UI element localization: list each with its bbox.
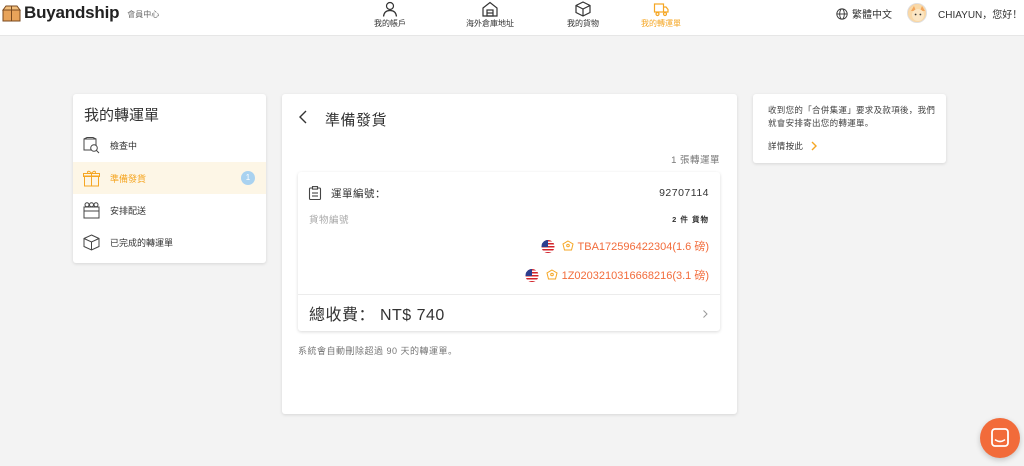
divider — [298, 294, 720, 295]
nav-warehouse-address[interactable]: 海外倉庫地址 — [442, 0, 538, 36]
globe-icon — [836, 7, 848, 20]
sidebar: 我的轉運單 檢查中 準備發貨 1 安排配送 已完成的轉運單 — [73, 94, 266, 263]
nav-label: 我的帳戶 — [374, 19, 406, 28]
nav-my-account[interactable]: 我的帳戶 — [360, 0, 420, 36]
language-selector[interactable]: 繁體中文 — [836, 6, 892, 21]
avatar — [907, 3, 927, 23]
chevron-right-icon[interactable] — [700, 306, 710, 318]
shipment-count: 1 張轉運單 — [671, 155, 720, 166]
goods-count: 2 件 貨物 — [672, 215, 709, 224]
sidebar-title: 我的轉運單 — [84, 107, 160, 124]
shipment-icon — [653, 1, 669, 17]
nav-my-goods[interactable]: 我的貨物 — [548, 0, 618, 36]
main-panel: 準備發貨 1 張轉運單 運單編號： 92707114 貨物編號 2 件 貨物 T… — [282, 94, 737, 414]
goods-number-label: 貨物編號 — [309, 215, 350, 226]
tag-icon — [546, 269, 558, 281]
us-flag-icon — [539, 239, 556, 253]
user-icon — [382, 1, 398, 17]
box-logo-icon — [2, 5, 21, 22]
user-menu[interactable]: CHIAYUN，您好！ — [907, 3, 1022, 23]
top-header: Buyandship 會員中心 我的帳戶 海外倉庫地址 我的貨物 我的轉運單 繁… — [0, 0, 1024, 36]
tracking-number: TBA172596422304(1.6 磅) — [577, 241, 709, 253]
tracking-number: 1Z0203210316668216(3.1 磅) — [561, 270, 709, 282]
package-icon — [575, 1, 591, 17]
shipment-card[interactable]: 運單編號： 92707114 貨物編號 2 件 貨物 TBA1725964223… — [298, 172, 720, 331]
sidebar-item-label: 檢查中 — [110, 140, 138, 151]
page-title: 準備發貨 — [325, 112, 388, 129]
nav-label: 我的貨物 — [567, 19, 599, 28]
info-text: 收到您的「合併集運」要求及款項後，我們就會安排寄出您的轉運單。 — [768, 105, 936, 128]
main-nav: 我的帳戶 海外倉庫地址 我的貨物 我的轉運單 — [360, 0, 696, 36]
delivery-icon — [83, 201, 100, 219]
nav-label: 海外倉庫地址 — [466, 19, 514, 28]
back-button[interactable] — [296, 109, 312, 125]
total-charge: 總收費： NT$ 740 — [309, 307, 445, 324]
auto-delete-note: 系統會自動刪除超過 90 天的轉運單。 — [298, 346, 458, 356]
count-badge: 1 — [241, 171, 255, 185]
warehouse-icon — [482, 1, 498, 17]
clipboard-icon — [308, 186, 322, 201]
sidebar-item-label: 準備發貨 — [110, 173, 147, 184]
sidebar-item-arrange-delivery[interactable]: 安排配送 — [73, 194, 266, 226]
nav-my-shipments[interactable]: 我的轉運單 — [626, 0, 696, 36]
details-link[interactable]: 詳情按此 — [768, 140, 818, 152]
tag-icon — [561, 240, 574, 252]
user-greeting: CHIAYUN，您好！ — [938, 9, 1023, 21]
language-label: 繁體中文 — [852, 10, 892, 21]
brand-logo[interactable]: Buyandship 會員中心 — [2, 3, 159, 23]
nav-label: 我的轉運單 — [641, 19, 681, 28]
brand-subtitle: 會員中心 — [127, 9, 160, 19]
order-number: 92707114 — [659, 187, 709, 199]
inspect-icon — [83, 136, 100, 154]
chat-button[interactable] — [980, 418, 1020, 458]
us-flag-icon — [524, 268, 540, 282]
sidebar-item-label: 已完成的轉運單 — [110, 237, 174, 248]
sidebar-item-inspecting[interactable]: 檢查中 — [73, 129, 266, 161]
chevron-left-icon — [299, 110, 307, 124]
tracking-item: 1Z0203210316668216(3.1 磅) — [524, 267, 709, 283]
info-panel: 收到您的「合併集運」要求及款項後，我們就會安排寄出您的轉運單。 詳情按此 — [753, 94, 946, 163]
chevron-right-icon — [811, 141, 818, 151]
gift-box-icon — [83, 170, 100, 187]
tracking-item: TBA172596422304(1.6 磅) — [539, 238, 709, 254]
order-number-label: 運單編號： — [331, 188, 386, 200]
sidebar-item-completed[interactable]: 已完成的轉運單 — [73, 226, 266, 258]
chat-icon — [991, 428, 1009, 447]
brand-name: Buyandship — [24, 3, 120, 22]
sidebar-item-label: 安排配送 — [110, 205, 147, 216]
sidebar-item-ready-to-ship[interactable]: 準備發貨 1 — [73, 162, 266, 194]
details-link-label: 詳情按此 — [768, 141, 804, 151]
box-icon — [83, 233, 100, 251]
